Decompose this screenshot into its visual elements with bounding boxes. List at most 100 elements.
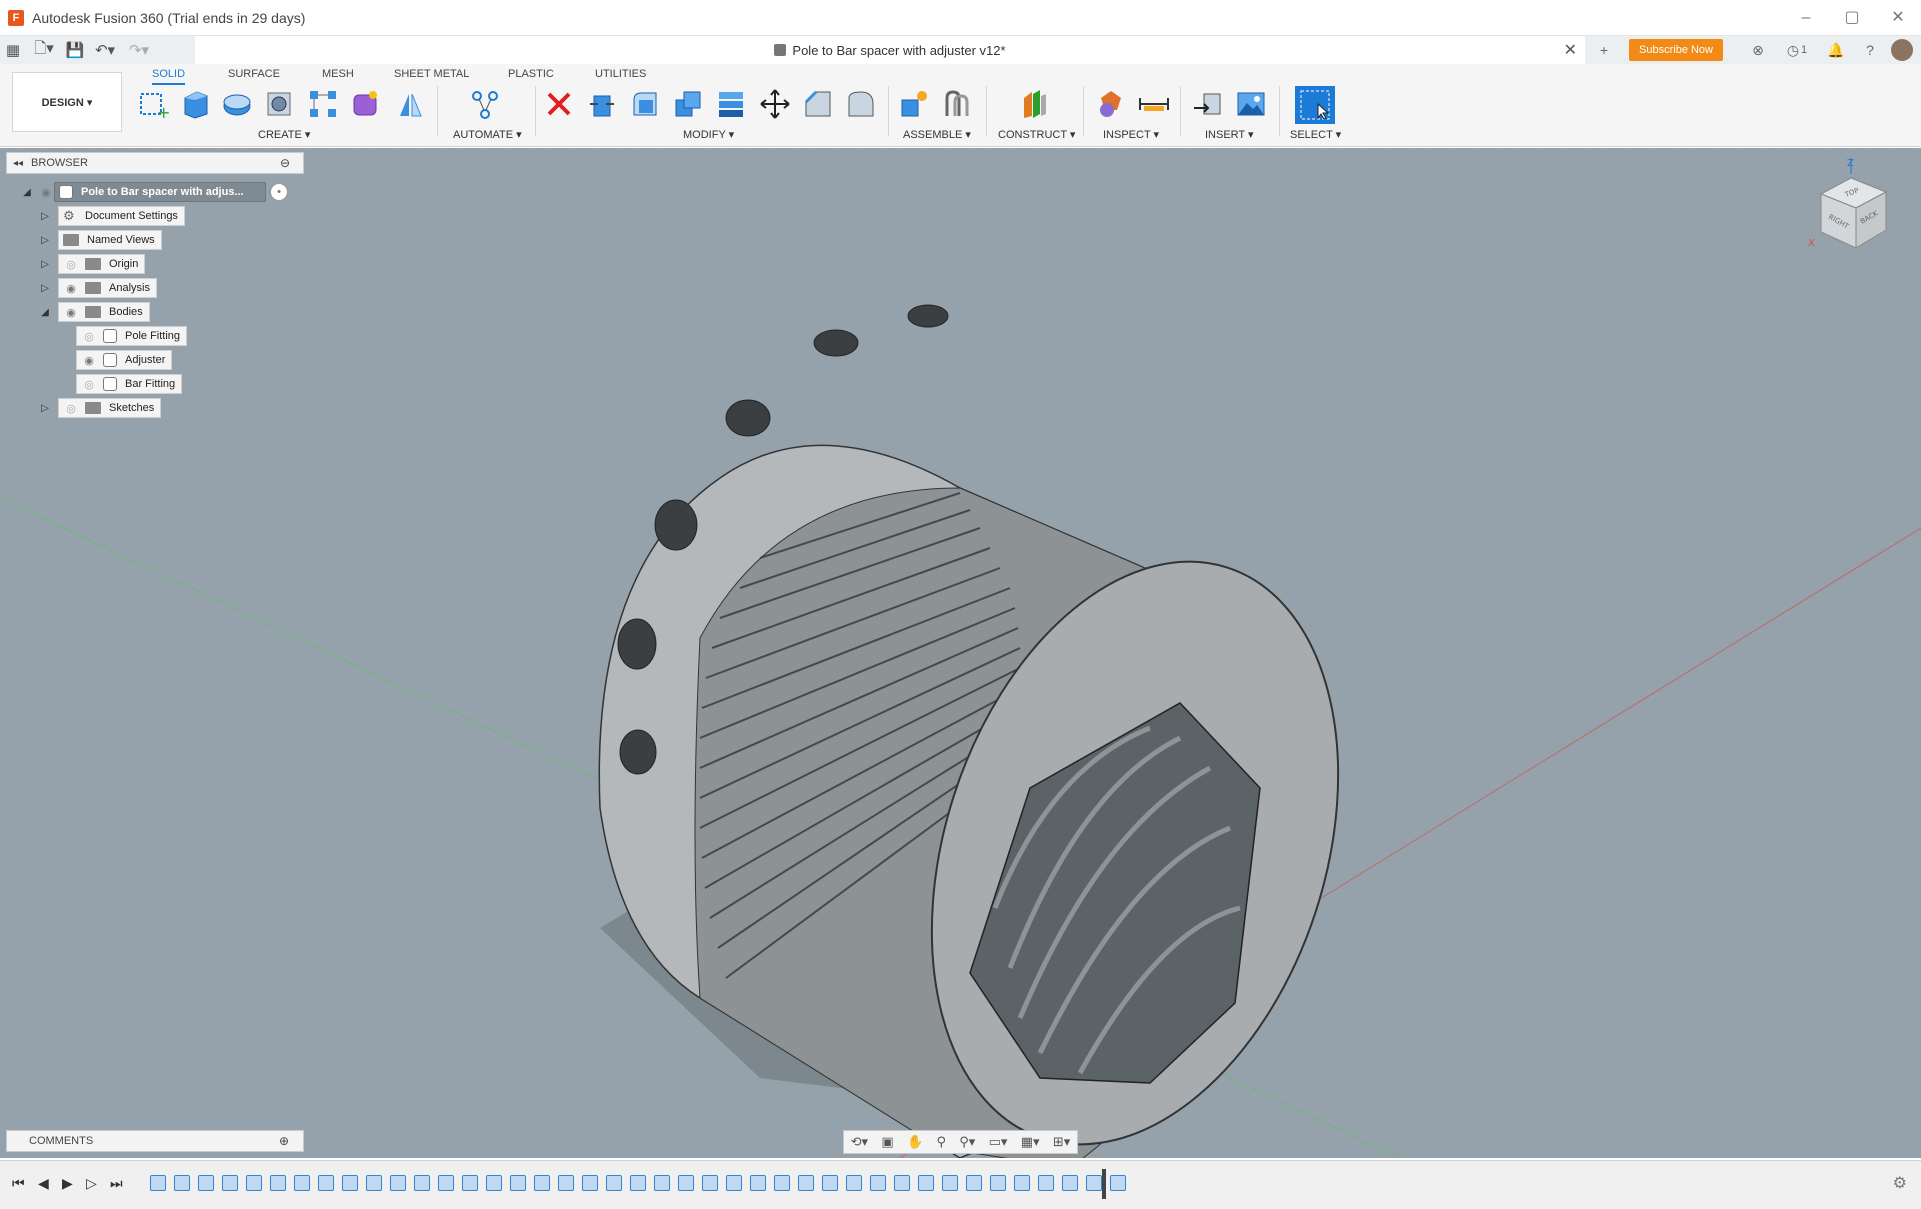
workspace-switcher[interactable]: DESIGN ▾ bbox=[12, 72, 122, 132]
close-window-button[interactable]: ✕ bbox=[1875, 0, 1921, 36]
canvas-viewport[interactable]: Z X TOP RIGHT BACK bbox=[0, 148, 1921, 1158]
timeline-feature[interactable] bbox=[606, 1175, 622, 1191]
timeline-feature[interactable] bbox=[270, 1175, 286, 1191]
tab-solid[interactable]: SOLID bbox=[152, 68, 186, 85]
canvas-icon[interactable] bbox=[1233, 86, 1269, 122]
hidden-eye-icon[interactable]: ◎ bbox=[81, 377, 97, 391]
timeline-feature[interactable] bbox=[1062, 1175, 1078, 1191]
hidden-eye-icon[interactable]: ◎ bbox=[63, 257, 79, 271]
revolve-icon[interactable] bbox=[219, 86, 255, 122]
tab-plastic[interactable]: PLASTIC bbox=[508, 68, 554, 80]
split-body-icon[interactable] bbox=[843, 86, 879, 122]
grid-settings-icon[interactable]: ▦▾ bbox=[1021, 1134, 1040, 1150]
help-icon[interactable]: ? bbox=[1859, 39, 1881, 61]
timeline-feature[interactable] bbox=[582, 1175, 598, 1191]
timeline-feature[interactable] bbox=[486, 1175, 502, 1191]
timeline-feature[interactable] bbox=[750, 1175, 766, 1191]
notifications-icon[interactable]: 🔔 bbox=[1825, 39, 1847, 61]
model-canvas[interactable] bbox=[0, 148, 1921, 1158]
browser-item-bar-fitting[interactable]: ◎ Bar Fitting bbox=[76, 374, 183, 394]
timeline-feature[interactable] bbox=[510, 1175, 526, 1191]
select-icon[interactable] bbox=[1295, 86, 1335, 124]
browser-item-pole-fitting[interactable]: ◎ Pole Fitting bbox=[76, 326, 188, 346]
joint-icon[interactable] bbox=[939, 86, 975, 122]
move-copy-icon[interactable] bbox=[757, 86, 793, 122]
avatar[interactable] bbox=[1891, 39, 1913, 61]
insert-group-label[interactable]: INSERT ▾ bbox=[1205, 128, 1254, 141]
browser-item-analysis[interactable]: ▷ ◉ Analysis bbox=[38, 278, 157, 298]
chamfer-icon[interactable] bbox=[800, 86, 836, 122]
browser-item-bodies[interactable]: ◢ ◉ Bodies bbox=[38, 302, 150, 322]
file-menu-icon[interactable]: 🗋▾ bbox=[26, 39, 62, 61]
timeline-feature[interactable] bbox=[870, 1175, 886, 1191]
timeline-feature[interactable] bbox=[294, 1175, 310, 1191]
create-sketch-icon[interactable]: + bbox=[135, 86, 171, 122]
visibility-eye-icon[interactable]: ◉ bbox=[81, 353, 97, 367]
timeline-feature[interactable] bbox=[318, 1175, 334, 1191]
timeline-feature[interactable] bbox=[630, 1175, 646, 1191]
assemble-group-label[interactable]: ASSEMBLE ▾ bbox=[903, 128, 971, 141]
create-group-label[interactable]: CREATE ▾ bbox=[258, 128, 310, 141]
pattern-icon[interactable] bbox=[305, 86, 341, 122]
select-group-label[interactable]: SELECT ▾ bbox=[1290, 128, 1341, 141]
go-to-start-icon[interactable]: ⏮ bbox=[12, 1175, 25, 1192]
tab-sheet-metal[interactable]: SHEET METAL bbox=[394, 68, 469, 80]
collapse-triangle-icon[interactable]: ◢ bbox=[20, 185, 34, 199]
expand-triangle-icon[interactable]: ▷ bbox=[38, 233, 52, 247]
timeline-settings-gear-icon[interactable]: ⚙ bbox=[1893, 1173, 1907, 1193]
timeline-feature[interactable] bbox=[462, 1175, 478, 1191]
browser-root-item[interactable]: Pole to Bar spacer with adjus... bbox=[54, 182, 266, 202]
document-tab[interactable]: Pole to Bar spacer with adjuster v12* ✕ bbox=[195, 36, 1585, 64]
viewports-icon[interactable]: ⊞▾ bbox=[1053, 1134, 1070, 1150]
timeline-feature[interactable] bbox=[798, 1175, 814, 1191]
automate-icon[interactable] bbox=[467, 86, 503, 122]
fillet-icon[interactable] bbox=[627, 86, 663, 122]
timeline-feature[interactable] bbox=[846, 1175, 862, 1191]
construct-group-label[interactable]: CONSTRUCT ▾ bbox=[998, 128, 1075, 141]
timeline-feature[interactable] bbox=[1038, 1175, 1054, 1191]
play-icon[interactable]: ▶ bbox=[62, 1175, 73, 1192]
insert-derive-icon[interactable] bbox=[1190, 86, 1226, 122]
expand-triangle-icon[interactable]: ▷ bbox=[38, 209, 52, 223]
timeline-feature[interactable] bbox=[198, 1175, 214, 1191]
display-settings-icon[interactable]: ▭▾ bbox=[989, 1134, 1008, 1150]
restore-button[interactable]: ▢ bbox=[1829, 0, 1875, 36]
timeline-feature[interactable] bbox=[222, 1175, 238, 1191]
timeline-feature[interactable] bbox=[174, 1175, 190, 1191]
timeline-feature[interactable] bbox=[702, 1175, 718, 1191]
go-to-end-icon[interactable]: ⏭ bbox=[110, 1175, 123, 1192]
extensions-icon[interactable]: ⊗ bbox=[1747, 39, 1769, 61]
timeline-feature[interactable] bbox=[1014, 1175, 1030, 1191]
timeline-feature[interactable] bbox=[966, 1175, 982, 1191]
look-at-icon[interactable]: ▣ bbox=[881, 1134, 893, 1150]
hidden-eye-icon[interactable]: ◎ bbox=[63, 401, 79, 415]
hole-icon[interactable] bbox=[261, 86, 297, 122]
timeline-feature[interactable] bbox=[942, 1175, 958, 1191]
browser-root-row[interactable]: ◢ ◉ Pole to Bar spacer with adjus... • bbox=[20, 182, 288, 202]
orbit-icon[interactable]: ⟲▾ bbox=[851, 1134, 868, 1150]
step-back-icon[interactable]: ◀ bbox=[38, 1175, 49, 1192]
pan-icon[interactable]: ✋ bbox=[907, 1134, 923, 1150]
redo-icon[interactable]: ↷▾ bbox=[122, 39, 156, 61]
measure-icon[interactable] bbox=[1093, 86, 1129, 122]
browser-item-sketches[interactable]: ▷ ◎ Sketches bbox=[38, 398, 162, 418]
visibility-eye-icon[interactable]: ◉ bbox=[63, 305, 79, 319]
timeline-feature[interactable] bbox=[1110, 1175, 1126, 1191]
automate-group-label[interactable]: AUTOMATE ▾ bbox=[453, 128, 522, 141]
offset-plane-icon[interactable] bbox=[1016, 86, 1052, 122]
timeline-feature[interactable] bbox=[246, 1175, 262, 1191]
section-analysis-icon[interactable] bbox=[1136, 86, 1172, 122]
timeline-feature[interactable] bbox=[654, 1175, 670, 1191]
activate-radio-icon[interactable]: • bbox=[270, 183, 288, 201]
timeline-feature[interactable] bbox=[150, 1175, 166, 1191]
timeline-feature[interactable] bbox=[774, 1175, 790, 1191]
new-component-icon[interactable] bbox=[896, 86, 932, 122]
timeline-feature[interactable] bbox=[918, 1175, 934, 1191]
browser-item-document-settings[interactable]: ▷ ⚙ Document Settings bbox=[38, 206, 185, 226]
browser-item-origin[interactable]: ▷ ◎ Origin bbox=[38, 254, 146, 274]
hidden-eye-icon[interactable]: ◎ bbox=[81, 329, 97, 343]
mirror-icon[interactable] bbox=[392, 86, 428, 122]
shell-icon[interactable] bbox=[713, 86, 749, 122]
timeline-feature[interactable] bbox=[1086, 1175, 1102, 1191]
visibility-eye-icon[interactable]: ◉ bbox=[38, 185, 54, 199]
